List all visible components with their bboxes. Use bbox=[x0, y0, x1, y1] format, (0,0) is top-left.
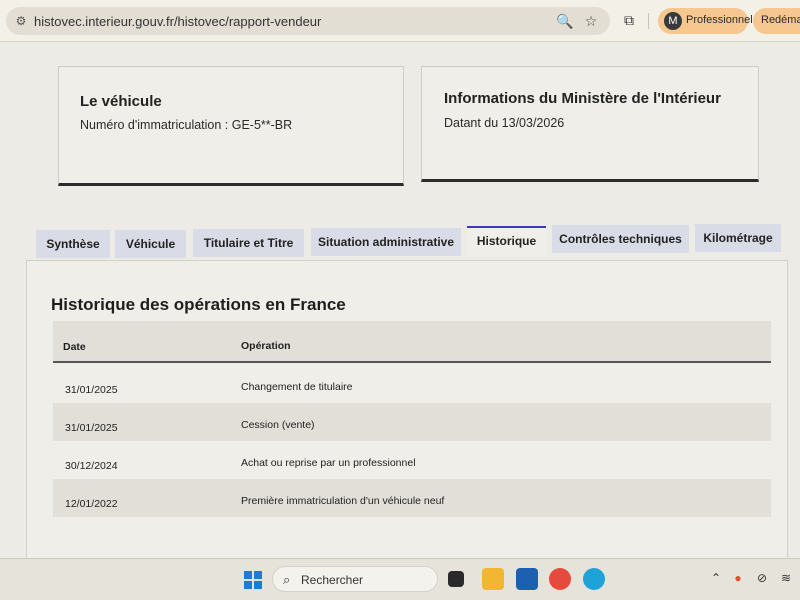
site-settings-icon[interactable]: ⚙ bbox=[14, 14, 28, 28]
row-date: 31/01/2025 bbox=[65, 384, 118, 396]
ministry-card-title: Informations du Ministère de l'Intérieur bbox=[444, 90, 721, 107]
address-bar[interactable]: ⚙ histovec.interieur.gouv.fr/histovec/ra… bbox=[6, 7, 610, 35]
ministry-date: Datant du 13/03/2026 bbox=[444, 116, 565, 130]
chrome-icon[interactable] bbox=[549, 568, 571, 590]
history-title: Historique des opérations en France bbox=[51, 295, 346, 314]
url-text[interactable]: histovec.interieur.gouv.fr/histovec/rapp… bbox=[34, 14, 321, 29]
search-label: Rechercher bbox=[301, 573, 364, 587]
table-row: 31/01/2025 Changement de titulaire bbox=[53, 365, 771, 403]
table-row: 31/01/2025 Cession (vente) bbox=[53, 403, 771, 441]
vehicle-card-title: Le véhicule bbox=[80, 93, 162, 110]
row-operation: Cession (vente) bbox=[241, 419, 315, 431]
file-explorer-icon[interactable] bbox=[482, 568, 504, 590]
row-operation: Changement de titulaire bbox=[241, 381, 353, 393]
restart-label: Redémarr bbox=[761, 14, 800, 26]
row-operation: Première immatriculation d'un véhicule n… bbox=[241, 495, 445, 507]
tab-controles-techniques[interactable]: Contrôles techniques bbox=[552, 225, 689, 253]
notifications-off-icon[interactable]: ⊘ bbox=[754, 571, 770, 585]
column-header-date: Date bbox=[63, 341, 86, 353]
toolbar-separator bbox=[648, 13, 649, 29]
restart-button[interactable]: Redémarr bbox=[753, 8, 800, 34]
tab-situation-administrative[interactable]: Situation administrative bbox=[311, 228, 461, 256]
edge-icon[interactable] bbox=[583, 568, 605, 590]
column-header-operation: Opération bbox=[241, 340, 291, 352]
row-date: 30/12/2024 bbox=[65, 460, 118, 472]
task-view-icon[interactable] bbox=[448, 571, 464, 587]
tray-chevron-up-icon[interactable]: ⌃ bbox=[708, 571, 724, 585]
store-icon[interactable] bbox=[516, 568, 538, 590]
tab-historique[interactable]: Historique bbox=[467, 226, 546, 256]
history-panel: Historique des opérations en France Date… bbox=[26, 260, 788, 560]
tab-titulaire-et-titre[interactable]: Titulaire et Titre bbox=[193, 229, 304, 257]
ministry-card: Informations du Ministère de l'Intérieur… bbox=[421, 66, 759, 182]
row-date: 31/01/2025 bbox=[65, 422, 118, 434]
table-row: 12/01/2022 Première immatriculation d'un… bbox=[53, 479, 771, 517]
profile-button[interactable]: M Professionnel bbox=[658, 8, 753, 34]
vehicle-card: Le véhicule Numéro d'immatriculation : G… bbox=[58, 66, 404, 186]
bookmark-star-icon[interactable]: ☆ bbox=[582, 12, 600, 30]
table-header: Date Opération bbox=[53, 321, 771, 363]
zoom-icon[interactable]: 🔍 bbox=[556, 12, 574, 30]
browser-toolbar: ⚙ histovec.interieur.gouv.fr/histovec/ra… bbox=[0, 0, 800, 42]
avatar: M bbox=[664, 12, 682, 30]
tab-vehicule[interactable]: Véhicule bbox=[115, 230, 186, 258]
taskbar-search[interactable]: ⌕ Rechercher bbox=[272, 566, 438, 592]
table-row: 30/12/2024 Achat ou reprise par un profe… bbox=[53, 441, 771, 479]
profile-label: Professionnel bbox=[686, 14, 753, 26]
tab-kilometrage[interactable]: Kilométrage bbox=[695, 224, 781, 252]
row-operation: Achat ou reprise par un professionnel bbox=[241, 457, 416, 469]
page-content: Le véhicule Numéro d'immatriculation : G… bbox=[0, 42, 800, 560]
taskbar: ⌕ Rechercher ⌃ ● ⊘ ≋ bbox=[0, 558, 800, 600]
tab-synthese[interactable]: Synthèse bbox=[36, 230, 110, 258]
start-windows-icon[interactable] bbox=[244, 571, 262, 589]
extensions-icon[interactable]: ⧉ bbox=[620, 11, 638, 29]
search-icon: ⌕ bbox=[283, 572, 291, 587]
row-date: 12/01/2022 bbox=[65, 498, 118, 510]
tray-app-icon[interactable]: ● bbox=[730, 571, 746, 585]
registration-number: Numéro d'immatriculation : GE-5**-BR bbox=[80, 118, 293, 132]
wifi-icon[interactable]: ≋ bbox=[778, 571, 794, 585]
